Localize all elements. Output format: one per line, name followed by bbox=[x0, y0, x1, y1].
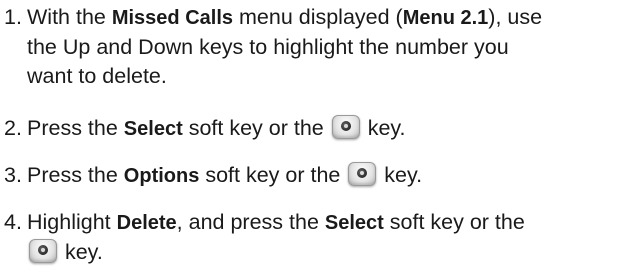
bold-term: Select bbox=[123, 118, 183, 140]
step-line: Highlight Delete, and press the Select s… bbox=[27, 210, 525, 234]
step-number: 3. bbox=[4, 163, 22, 187]
step-line: the Up and Down keys to highlight the nu… bbox=[27, 35, 509, 59]
bold-term: Missed Calls bbox=[111, 7, 234, 29]
step-text: Highlight Delete, and press the Select s… bbox=[27, 208, 639, 267]
step-number: 4. bbox=[4, 210, 22, 234]
step-line: With the Missed Calls menu displayed (Me… bbox=[27, 5, 543, 29]
center-select-key-icon bbox=[331, 115, 360, 139]
step-line: want to delete. bbox=[27, 64, 167, 88]
step-number: 1. bbox=[4, 5, 22, 29]
step-line: key. bbox=[27, 238, 639, 267]
bold-term: Options bbox=[123, 165, 200, 187]
bold-term: Select bbox=[324, 212, 384, 234]
step-text: Press the Options soft key or the key. bbox=[27, 162, 423, 187]
bold-term: Delete bbox=[116, 212, 177, 234]
center-select-key-icon bbox=[29, 239, 57, 263]
step-number: 2. bbox=[4, 116, 22, 140]
step-text: Press the Select soft key or the key. bbox=[27, 115, 406, 140]
center-select-key-icon bbox=[348, 162, 377, 186]
bold-term: Menu 2.1 bbox=[402, 7, 489, 29]
step-text: With the Missed Calls menu displayed (Me… bbox=[27, 3, 639, 91]
